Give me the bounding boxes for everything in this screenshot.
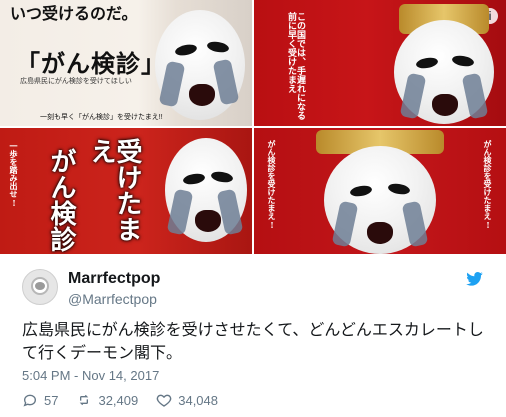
poster-small-vertical: 一歩を踏み出せ! [9,142,19,208]
tweet-timestamp[interactable]: 5:04 PM - Nov 14, 2017 [22,368,159,383]
poster-vertical-text-right: がん検診を受けたまえ! [483,140,493,230]
retweet-action[interactable]: 32,409 [76,392,138,408]
like-action[interactable]: 34,048 [156,392,218,408]
reply-icon [23,394,37,407]
image-bottom-right[interactable]: がん検診を受けたまえ! がん検診を受けたまえ! [254,128,506,254]
reply-count: 57 [44,392,59,408]
demon-face-illustration [394,20,494,124]
image-bottom-left[interactable]: 一歩を踏み出せ! 受けたまえ がん検診 [0,128,252,254]
poster-title: 「がん検診」 [16,49,166,78]
user-avatar[interactable] [22,269,58,305]
reply-action[interactable]: 57 [22,392,58,408]
user-display-name[interactable]: Marrfectpop [68,270,160,288]
image-top-left[interactable]: いつ受けるのだ。 「がん検診」 広島県民にがん検診を受けてほしい 一刻も早く「が… [0,0,252,126]
demon-face-illustration [155,10,245,120]
demon-face-illustration [165,138,247,242]
tweet-image-grid: いつ受けるのだ。 「がん検診」 広島県民にがん検診を受けてほしい 一刻も早く「が… [0,0,506,255]
user-handle[interactable]: @Marrfectpop [68,291,157,307]
tweet-actions: 57 32,409 34,048 [22,392,218,408]
tweet-card: いつ受けるのだ。 「がん検診」 広島県民にがん検診を受けてほしい 一刻も早く「が… [0,0,506,417]
poster-callout: 一刻も早く「がん検診」を受けたまえ!! [40,114,163,121]
retweet-count: 32,409 [98,392,139,408]
heart-icon [156,394,172,407]
like-count: 34,048 [178,392,218,408]
poster-small-text: 広島県民にがん検診を受けてほしい [20,78,132,85]
poster-big-vertical-2: がん検診 [46,148,76,252]
tweet-text: 広島県民にがん検診を受けさせたくて、どんどんエスカレートして行くデーモン閣下。 [22,322,484,363]
poster-headline: いつ受けるのだ。 [10,4,138,23]
demon-face-illustration [324,146,436,254]
poster-vertical-text: この国では、手遅れになる前に早く受けたまえ [286,12,305,120]
image-top-right[interactable]: i この国では、手遅れになる前に早く受けたまえ [254,0,506,126]
poster-vertical-text: がん検診を受けたまえ! [267,140,277,230]
twitter-bird-icon[interactable] [462,270,486,288]
poster-big-vertical: 受けたまえ [86,138,142,242]
retweet-icon [80,394,89,406]
